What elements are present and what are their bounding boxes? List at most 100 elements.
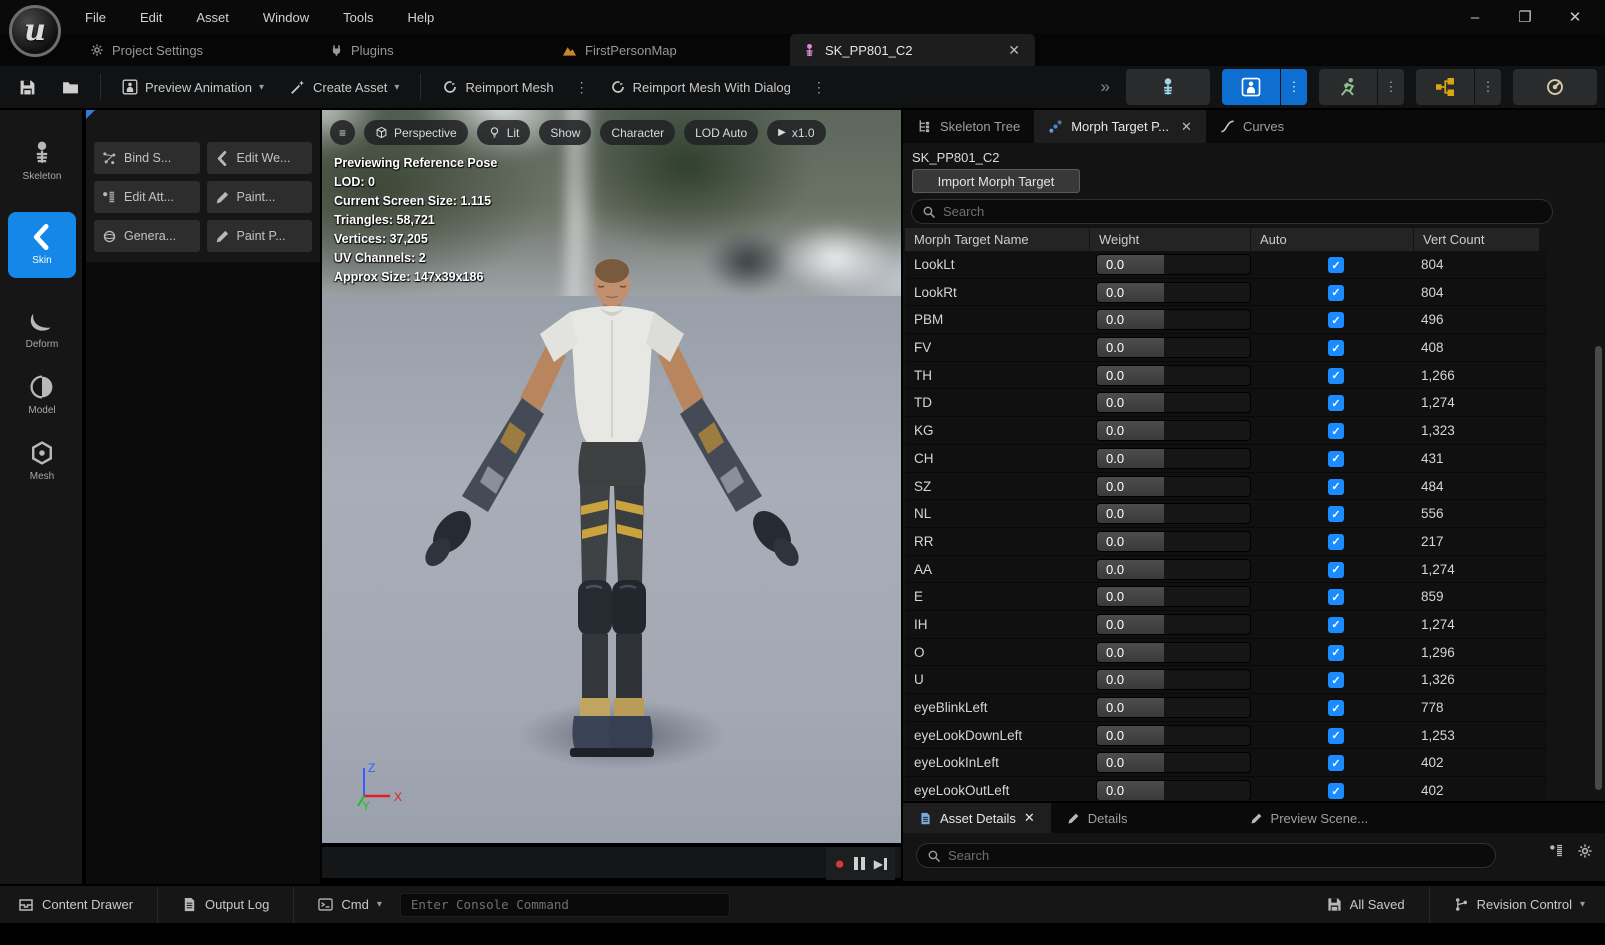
table-row[interactable]: eyeLookOutLeft 0.0 ✓ 402 <box>905 777 1547 800</box>
auto-checkbox[interactable]: ✓ <box>1328 340 1344 356</box>
character-preview-mesh[interactable] <box>392 250 832 770</box>
kebab-menu-icon[interactable]: ⋮ <box>571 79 593 96</box>
table-row[interactable]: SZ 0.0 ✓ 484 <box>905 473 1547 501</box>
details-search-input[interactable] <box>948 848 1485 863</box>
bind-skin-button[interactable]: Bind S... <box>94 142 200 174</box>
auto-checkbox[interactable]: ✓ <box>1328 395 1344 411</box>
create-asset-button[interactable]: Create Asset▾ <box>281 73 408 101</box>
tab-morph-target-previewer[interactable]: Morph Target P... ✕ <box>1034 110 1206 143</box>
generate-button[interactable]: Genera... <box>94 220 200 252</box>
table-row[interactable]: IH 0.0 ✓ 1,274 <box>905 611 1547 639</box>
auto-checkbox[interactable]: ✓ <box>1328 423 1344 439</box>
show-menu-button[interactable]: Show <box>539 120 591 145</box>
morph-weight-input[interactable]: 0.0 <box>1096 476 1251 497</box>
menu-item-edit[interactable]: Edit <box>127 6 175 29</box>
paint-props-button[interactable]: Paint P... <box>207 220 313 252</box>
morph-weight-input[interactable]: 0.0 <box>1096 365 1251 386</box>
tab-preview-scene[interactable]: Preview Scene... <box>1234 803 1385 833</box>
kebab-menu-icon[interactable]: ⋮ <box>808 79 830 96</box>
all-saved-button[interactable]: All Saved <box>1315 891 1417 918</box>
auto-checkbox[interactable]: ✓ <box>1328 562 1344 578</box>
blueprint-editor-mode-button[interactable] <box>1416 69 1474 105</box>
table-row[interactable]: LookLt 0.0 ✓ 804 <box>905 251 1547 279</box>
import-morph-target-button[interactable]: Import Morph Target <box>912 169 1080 193</box>
table-row[interactable]: TH 0.0 ✓ 1,266 <box>905 362 1547 390</box>
table-row[interactable]: RR 0.0 ✓ 217 <box>905 528 1547 556</box>
record-button[interactable]: ● <box>834 855 844 872</box>
tab-close-icon[interactable]: ✕ <box>1024 810 1035 826</box>
browse-to-asset-button[interactable] <box>53 73 88 102</box>
morph-weight-input[interactable]: 0.0 <box>1096 642 1251 663</box>
table-row[interactable]: E 0.0 ✓ 859 <box>905 583 1547 611</box>
mesh-mode-options-icon[interactable]: ⋮ <box>1281 69 1307 105</box>
save-button[interactable] <box>10 73 45 102</box>
auto-checkbox[interactable]: ✓ <box>1328 589 1344 605</box>
tab-skeleton-tree[interactable]: Skeleton Tree <box>903 110 1034 143</box>
preview-animation-button[interactable]: Preview Animation▾ <box>113 73 273 101</box>
table-row[interactable]: TD 0.0 ✓ 1,274 <box>905 389 1547 417</box>
sidebar-item-mesh[interactable]: Mesh <box>0 428 84 494</box>
animation-editor-mode-button[interactable] <box>1319 69 1377 105</box>
table-row[interactable]: NL 0.0 ✓ 556 <box>905 500 1547 528</box>
view-mode-selector[interactable]: Lit <box>477 120 531 145</box>
auto-checkbox[interactable]: ✓ <box>1328 728 1344 744</box>
output-log-button[interactable]: Output Log <box>170 891 281 918</box>
physics-editor-mode-button[interactable] <box>1513 69 1597 105</box>
character-menu-button[interactable]: Character <box>600 120 675 145</box>
morph-weight-input[interactable]: 0.0 <box>1096 254 1251 275</box>
morph-weight-input[interactable]: 0.0 <box>1096 282 1251 303</box>
menu-item-help[interactable]: Help <box>394 6 447 29</box>
morph-weight-input[interactable]: 0.0 <box>1096 586 1251 607</box>
column-header-vert-count[interactable]: Vert Count <box>1414 228 1539 251</box>
morph-weight-input[interactable]: 0.0 <box>1096 531 1251 552</box>
morph-weight-input[interactable]: 0.0 <box>1096 559 1251 580</box>
reimport-mesh-with-dialog-button[interactable]: Reimport Mesh With Dialog <box>601 73 800 101</box>
auto-checkbox[interactable]: ✓ <box>1328 312 1344 328</box>
close-button[interactable]: ✕ <box>1561 5 1589 29</box>
unreal-logo[interactable]: u <box>9 5 61 57</box>
auto-checkbox[interactable]: ✓ <box>1328 534 1344 550</box>
table-row[interactable]: PBM 0.0 ✓ 496 <box>905 306 1547 334</box>
console-command-input[interactable] <box>400 893 730 917</box>
tab-skeletal-mesh-asset[interactable]: SK_PP801_C2 ✕ <box>790 34 1035 66</box>
table-row[interactable]: eyeBlinkLeft 0.0 ✓ 778 <box>905 694 1547 722</box>
edit-attributes-button[interactable]: Edit Att... <box>94 181 200 213</box>
tab-close-icon[interactable]: ✕ <box>1181 119 1192 135</box>
cmd-selector[interactable]: Cmd ▾ <box>306 891 393 918</box>
tab-asset-details[interactable]: Asset Details ✕ <box>903 803 1051 833</box>
column-header-auto[interactable]: Auto <box>1251 228 1414 251</box>
table-row[interactable]: O 0.0 ✓ 1,296 <box>905 639 1547 667</box>
auto-checkbox[interactable]: ✓ <box>1328 451 1344 467</box>
pause-button[interactable] <box>854 857 865 870</box>
menu-item-window[interactable]: Window <box>250 6 322 29</box>
viewport-menu-button[interactable]: ≡ <box>330 120 355 145</box>
blueprint-mode-options-icon[interactable]: ⋮ <box>1475 69 1501 105</box>
revision-control-button[interactable]: Revision Control ▾ <box>1442 891 1597 918</box>
morph-weight-input[interactable]: 0.0 <box>1096 669 1251 690</box>
auto-checkbox[interactable]: ✓ <box>1328 257 1344 273</box>
settings-gear-icon[interactable] <box>1577 843 1593 859</box>
paint-button[interactable]: Paint... <box>207 181 313 213</box>
sidebar-item-deform[interactable]: Deform <box>0 296 84 362</box>
toolbar-overflow-icon[interactable]: » <box>1101 77 1110 97</box>
column-header-weight[interactable]: Weight <box>1090 228 1251 251</box>
auto-checkbox[interactable]: ✓ <box>1328 755 1344 771</box>
auto-checkbox[interactable]: ✓ <box>1328 783 1344 799</box>
table-row[interactable]: LookRt 0.0 ✓ 804 <box>905 279 1547 307</box>
minimize-button[interactable]: – <box>1461 5 1489 29</box>
maximize-button[interactable]: ❐ <box>1511 5 1539 29</box>
sidebar-item-skeleton[interactable]: Skeleton <box>0 128 84 194</box>
auto-checkbox[interactable]: ✓ <box>1328 645 1344 661</box>
table-row[interactable]: U 0.0 ✓ 1,326 <box>905 666 1547 694</box>
tab-plugins[interactable]: Plugins <box>318 34 406 66</box>
morph-weight-input[interactable]: 0.0 <box>1096 448 1251 469</box>
perspective-selector[interactable]: Perspective <box>364 120 468 145</box>
auto-checkbox[interactable]: ✓ <box>1328 479 1344 495</box>
skeleton-editor-mode-button[interactable] <box>1126 69 1210 105</box>
morph-search-input[interactable] <box>943 204 1542 219</box>
menu-item-file[interactable]: File <box>72 6 119 29</box>
auto-checkbox[interactable]: ✓ <box>1328 700 1344 716</box>
column-header-name[interactable]: Morph Target Name <box>905 228 1090 251</box>
morph-weight-input[interactable]: 0.0 <box>1096 780 1251 800</box>
tab-close-icon[interactable]: ✕ <box>1005 42 1023 59</box>
